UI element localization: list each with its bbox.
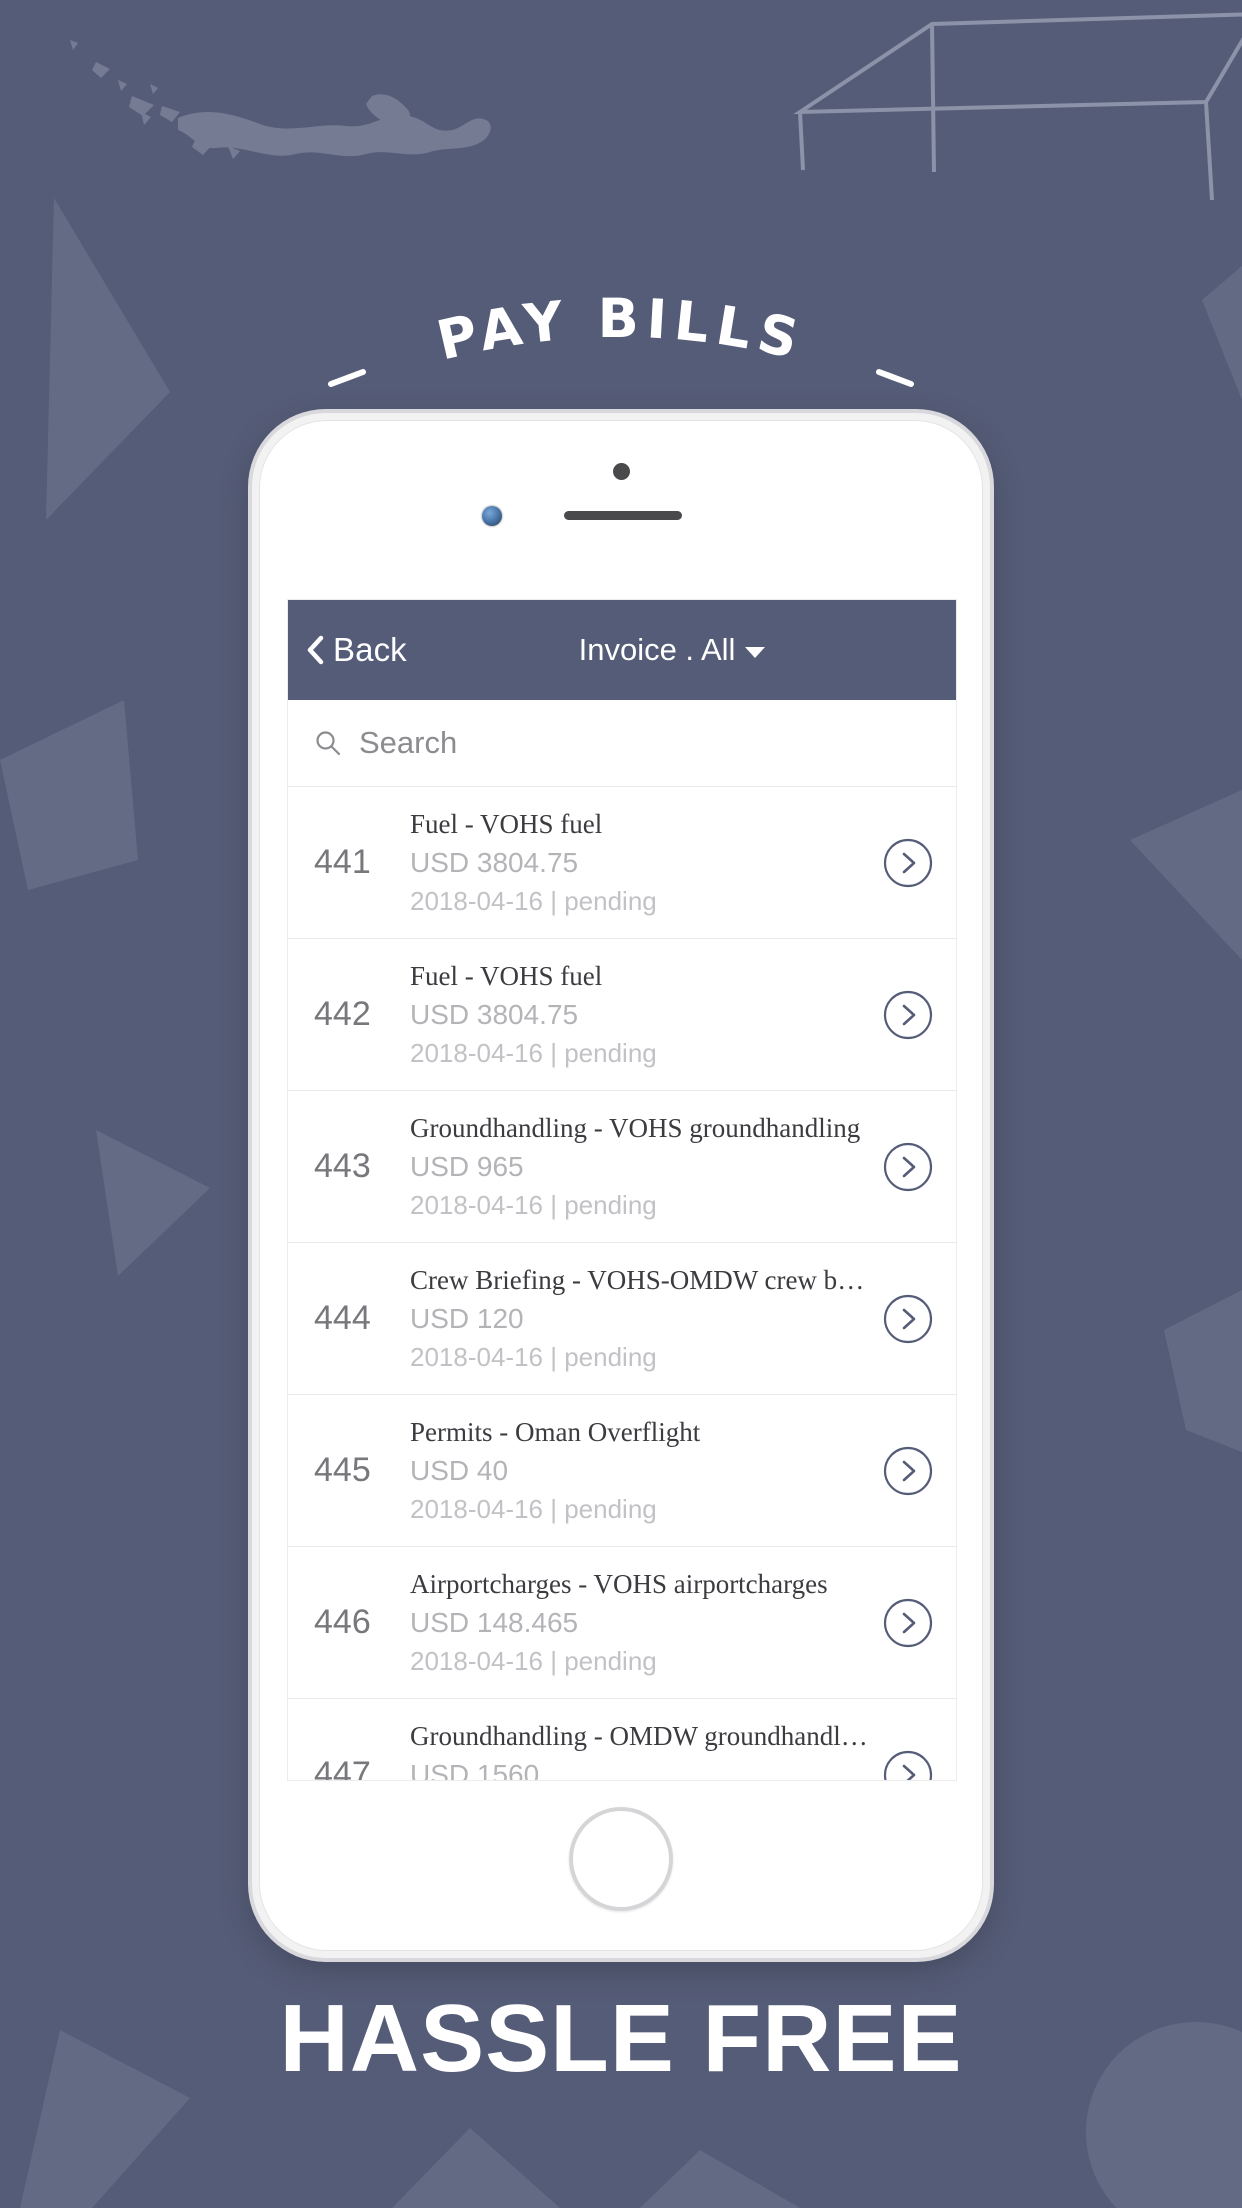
invoice-id: 443 [314, 1147, 371, 1185]
app-navbar: Back Invoice . All [288, 600, 956, 700]
chevron-right-circle-icon[interactable] [882, 1749, 934, 1781]
chevron-right-circle-icon[interactable] [882, 837, 934, 889]
invoice-details: Fuel - VOHS fuel USD 3804.75 2018-04-16 | … [410, 809, 872, 917]
hero-dash-right [876, 369, 914, 387]
invoice-id: 447 [314, 1755, 371, 1780]
chevron-right-circle-icon[interactable] [882, 1293, 934, 1345]
proximity-sensor-icon [613, 463, 630, 480]
invoice-meta: 2018-04-16 | pending [410, 1037, 657, 1068]
chevron-right-circle-icon[interactable] [882, 1597, 934, 1649]
invoice-amount: USD 120 [410, 1302, 524, 1334]
caret-down-icon [745, 646, 766, 658]
invoice-title: Groundhandling - VOHS groundhandling [410, 1112, 861, 1143]
chevron-left-icon [307, 635, 324, 665]
invoice-id: 445 [314, 1451, 371, 1489]
invoice-id: 441 [314, 843, 371, 881]
invoice-amount: USD 3804.75 [410, 846, 579, 878]
invoice-amount: USD 965 [410, 1150, 524, 1182]
chevron-right-circle-icon[interactable] [882, 1445, 934, 1497]
search-icon [316, 731, 341, 756]
invoice-title: Airportcharges - VOHS airportcharges [410, 1568, 828, 1599]
invoice-details: Fuel - VOHS fuel USD 3804.75 2018-04-16 | … [410, 961, 872, 1069]
invoice-meta: 2018-04-16 | pending [410, 1189, 657, 1220]
invoice-details: Crew Briefing - VOHS-OMDW crew briefing U… [410, 1265, 872, 1373]
table-row[interactable]: 441 Fuel - VOHS fuel USD 3804.75 2018-04-16… [288, 787, 956, 939]
speaker-grille-icon [564, 511, 682, 520]
invoice-meta: 2018-04-16 | pending [410, 1493, 657, 1524]
invoice-details: Groundhandling - OMDW groundhandling USD … [410, 1721, 872, 1781]
app-screen: Back Invoice . All Search 441 Fuel - VOHS… [288, 600, 956, 1780]
hero-title: PAY BILLS [0, 272, 1242, 412]
invoice-details: Permits - Oman Overflight USD 40 2018-04-1… [410, 1417, 872, 1525]
invoice-meta: 2018-04-16 | pending [410, 1645, 657, 1676]
invoice-title: Permits - Oman Overflight [410, 1416, 701, 1447]
search-bar[interactable]: Search [288, 700, 956, 787]
hero-dash-left [328, 369, 366, 387]
front-camera-icon [482, 506, 502, 526]
table-row[interactable]: 444 Crew Briefing - VOHS-OMDW crew briefi… [288, 1243, 956, 1395]
tagline-text: HASSLE FREE [279, 1985, 963, 2092]
invoice-filter-dropdown[interactable]: Invoice . All [388, 632, 956, 668]
invoice-title: Crew Briefing - VOHS-OMDW crew briefing [410, 1264, 872, 1295]
invoice-details: Airportcharges - VOHS airportcharges USD … [410, 1569, 872, 1677]
table-row[interactable]: 446 Airportcharges - VOHS airportcharges U… [288, 1547, 956, 1699]
invoice-title: Fuel - VOHS fuel [410, 808, 603, 839]
invoice-filter-label: Invoice . All [578, 632, 736, 667]
invoice-id: 442 [314, 995, 371, 1033]
invoice-amount: USD 148.465 [410, 1606, 579, 1638]
invoice-amount: USD 3804.75 [410, 998, 579, 1030]
table-row[interactable]: 442 Fuel - VOHS fuel USD 3804.75 2018-04-16… [288, 939, 956, 1091]
table-row[interactable]: 447 Groundhandling - OMDW groundhandling U… [288, 1699, 956, 1780]
invoice-amount: USD 40 [410, 1454, 509, 1486]
invoice-title: Fuel - VOHS fuel [410, 960, 603, 991]
table-row[interactable]: 445 Permits - Oman Overflight USD 40 2018-0… [288, 1395, 956, 1547]
invoice-details: Groundhandling - VOHS groundhandling USD … [410, 1113, 872, 1221]
invoice-amount: USD 1560 [410, 1758, 540, 1781]
wireframe-box-shape [793, 12, 1242, 201]
chevron-right-circle-icon[interactable] [882, 1141, 934, 1193]
invoice-meta: 2018-04-16 | pending [410, 1341, 657, 1372]
chevron-right-circle-icon[interactable] [882, 989, 934, 1041]
invoice-title: Groundhandling - OMDW groundhandling [410, 1720, 872, 1751]
search-input[interactable]: Search [359, 725, 457, 761]
table-row[interactable]: 443 Groundhandling - VOHS groundhandling U… [288, 1091, 956, 1243]
invoice-id: 444 [314, 1299, 371, 1337]
home-button[interactable] [569, 1807, 673, 1911]
triangle-shapes-right [1130, 266, 1242, 1452]
splatter-shape [70, 40, 491, 159]
invoice-meta: 2018-04-16 | pending [410, 885, 657, 916]
hero-title-text: PAY BILLS [431, 287, 811, 373]
invoice-id: 446 [314, 1603, 371, 1641]
invoice-list: 441 Fuel - VOHS fuel USD 3804.75 2018-04-16… [288, 787, 956, 1780]
